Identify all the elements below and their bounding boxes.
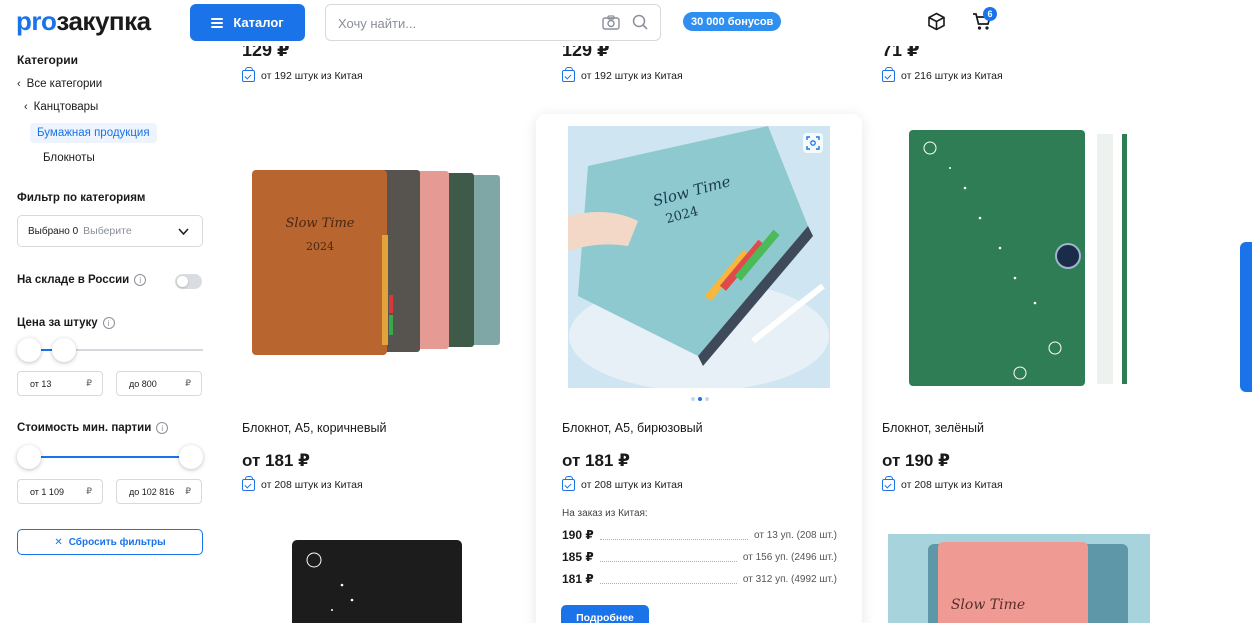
cost-to-input[interactable]: до 102 816 ₽ bbox=[116, 479, 202, 504]
crumb-stationery[interactable]: ‹ Канцтовары bbox=[24, 101, 98, 113]
price-to-input[interactable]: до 800 ₽ bbox=[116, 371, 202, 396]
product-image[interactable]: Slow Time 2024 bbox=[242, 165, 502, 365]
shipping-info: от 216 штук из Китая bbox=[882, 67, 1003, 82]
reset-filters-button[interactable]: ✕ Сбросить фильтры bbox=[17, 529, 203, 555]
package-icon bbox=[562, 476, 575, 491]
catalog-label: Каталог bbox=[233, 15, 284, 30]
slider-thumb-min[interactable] bbox=[17, 445, 41, 469]
shipping-info: от 192 штук из Китая bbox=[242, 67, 363, 82]
feedback-side-tab[interactable] bbox=[1240, 242, 1252, 392]
product-name[interactable]: Блокнот, А5, бирюзовый bbox=[562, 421, 703, 435]
camera-icon[interactable] bbox=[602, 15, 620, 30]
bonus-badge[interactable]: 30 000 бонусов bbox=[683, 12, 782, 31]
stock-russia-label: На складе в России i bbox=[17, 274, 147, 286]
cost-range-slider[interactable] bbox=[17, 445, 203, 469]
slider-thumb-max[interactable] bbox=[52, 338, 76, 362]
product-name[interactable]: Блокнот, зелёный bbox=[882, 421, 984, 435]
categories-title: Категории bbox=[17, 53, 78, 67]
unit-price-label: Цена за штуку i bbox=[17, 317, 115, 329]
shipping-info: от 208 штук из Китая bbox=[882, 476, 1003, 491]
crumb-notebooks[interactable]: Блокноты bbox=[43, 152, 95, 164]
chevron-left-icon: ‹ bbox=[24, 101, 28, 113]
select-placeholder: Выберите bbox=[83, 225, 132, 237]
info-icon[interactable]: i bbox=[134, 274, 147, 286]
search-icon[interactable] bbox=[632, 14, 648, 30]
product-image[interactable]: Slow Time bbox=[888, 534, 1150, 623]
order-title: На заказ из Китая: bbox=[562, 508, 648, 519]
price-range-slider[interactable] bbox=[17, 338, 203, 362]
package-icon bbox=[242, 67, 255, 82]
catalog-button[interactable]: Каталог bbox=[190, 4, 305, 41]
shipping-info: от 208 штук из Китая bbox=[562, 476, 683, 491]
info-icon[interactable]: i bbox=[102, 317, 115, 329]
sidebar: Категории ‹ Все категории ‹ Канцтовары Бум… bbox=[0, 44, 220, 623]
menu-icon bbox=[211, 17, 224, 28]
svg-text:Slow Time: Slow Time bbox=[951, 597, 1025, 613]
package-icon bbox=[242, 476, 255, 491]
svg-text:2024: 2024 bbox=[306, 240, 334, 253]
box-icon[interactable] bbox=[927, 12, 946, 31]
product-image[interactable] bbox=[905, 128, 1130, 388]
product-price: от 181 ₽ bbox=[242, 451, 310, 470]
stock-russia-toggle[interactable] bbox=[175, 274, 202, 289]
info-icon[interactable]: i bbox=[156, 422, 169, 434]
product-name[interactable]: Блокнот, А5, коричневый bbox=[242, 421, 387, 435]
product-price: от 190 ₽ bbox=[882, 451, 950, 470]
cost-from-input[interactable]: от 1 109 ₽ bbox=[17, 479, 103, 504]
slider-fill bbox=[29, 456, 191, 458]
search-box[interactable] bbox=[325, 4, 661, 41]
package-icon bbox=[882, 67, 895, 82]
product-image[interactable] bbox=[292, 540, 462, 623]
min-lot-cost-label: Стоимость мин. партии i bbox=[17, 422, 169, 434]
price-tier: 190 ₽ от 13 уп. (208 шт.) bbox=[562, 528, 837, 542]
price-tier: 185 ₽ от 156 уп. (2496 шт.) bbox=[562, 550, 837, 564]
toggle-knob bbox=[177, 276, 188, 287]
logo[interactable]: proзакупка bbox=[16, 6, 151, 37]
crumb-paper-products[interactable]: Бумажная продукция bbox=[30, 123, 157, 143]
product-price: от 181 ₽ bbox=[562, 451, 630, 470]
slider-thumb-min[interactable] bbox=[17, 338, 41, 362]
image-carousel-dots[interactable] bbox=[691, 397, 709, 401]
chevron-left-icon: ‹ bbox=[17, 78, 21, 90]
product-image[interactable]: Slow Time 2024 bbox=[568, 126, 830, 388]
shipping-info: от 208 штук из Китая bbox=[242, 476, 363, 491]
search-input[interactable] bbox=[338, 13, 588, 33]
category-select[interactable]: Выбрано 0 Выберите bbox=[17, 215, 203, 247]
close-icon: ✕ bbox=[54, 536, 63, 548]
package-icon bbox=[882, 476, 895, 491]
select-count: Выбрано 0 bbox=[28, 225, 79, 237]
price-tier: 181 ₽ от 312 уп. (4992 шт.) bbox=[562, 572, 837, 586]
package-icon bbox=[562, 67, 575, 82]
cart-count-badge: 6 bbox=[983, 7, 997, 21]
chevron-down-icon bbox=[178, 228, 189, 236]
svg-text:Slow Time: Slow Time bbox=[286, 216, 355, 231]
scan-icon[interactable] bbox=[803, 133, 823, 153]
category-filter-title: Фильтр по категориям bbox=[17, 192, 146, 204]
slider-thumb-max[interactable] bbox=[179, 445, 203, 469]
price-from-input[interactable]: от 13 ₽ bbox=[17, 371, 103, 396]
shipping-info: от 192 штук из Китая bbox=[562, 67, 683, 82]
header: proзакупка Каталог 30 000 бонусов 6 bbox=[0, 0, 1252, 44]
crumb-all-categories[interactable]: ‹ Все категории bbox=[17, 78, 102, 90]
more-details-button[interactable]: Подробнее bbox=[561, 605, 649, 623]
